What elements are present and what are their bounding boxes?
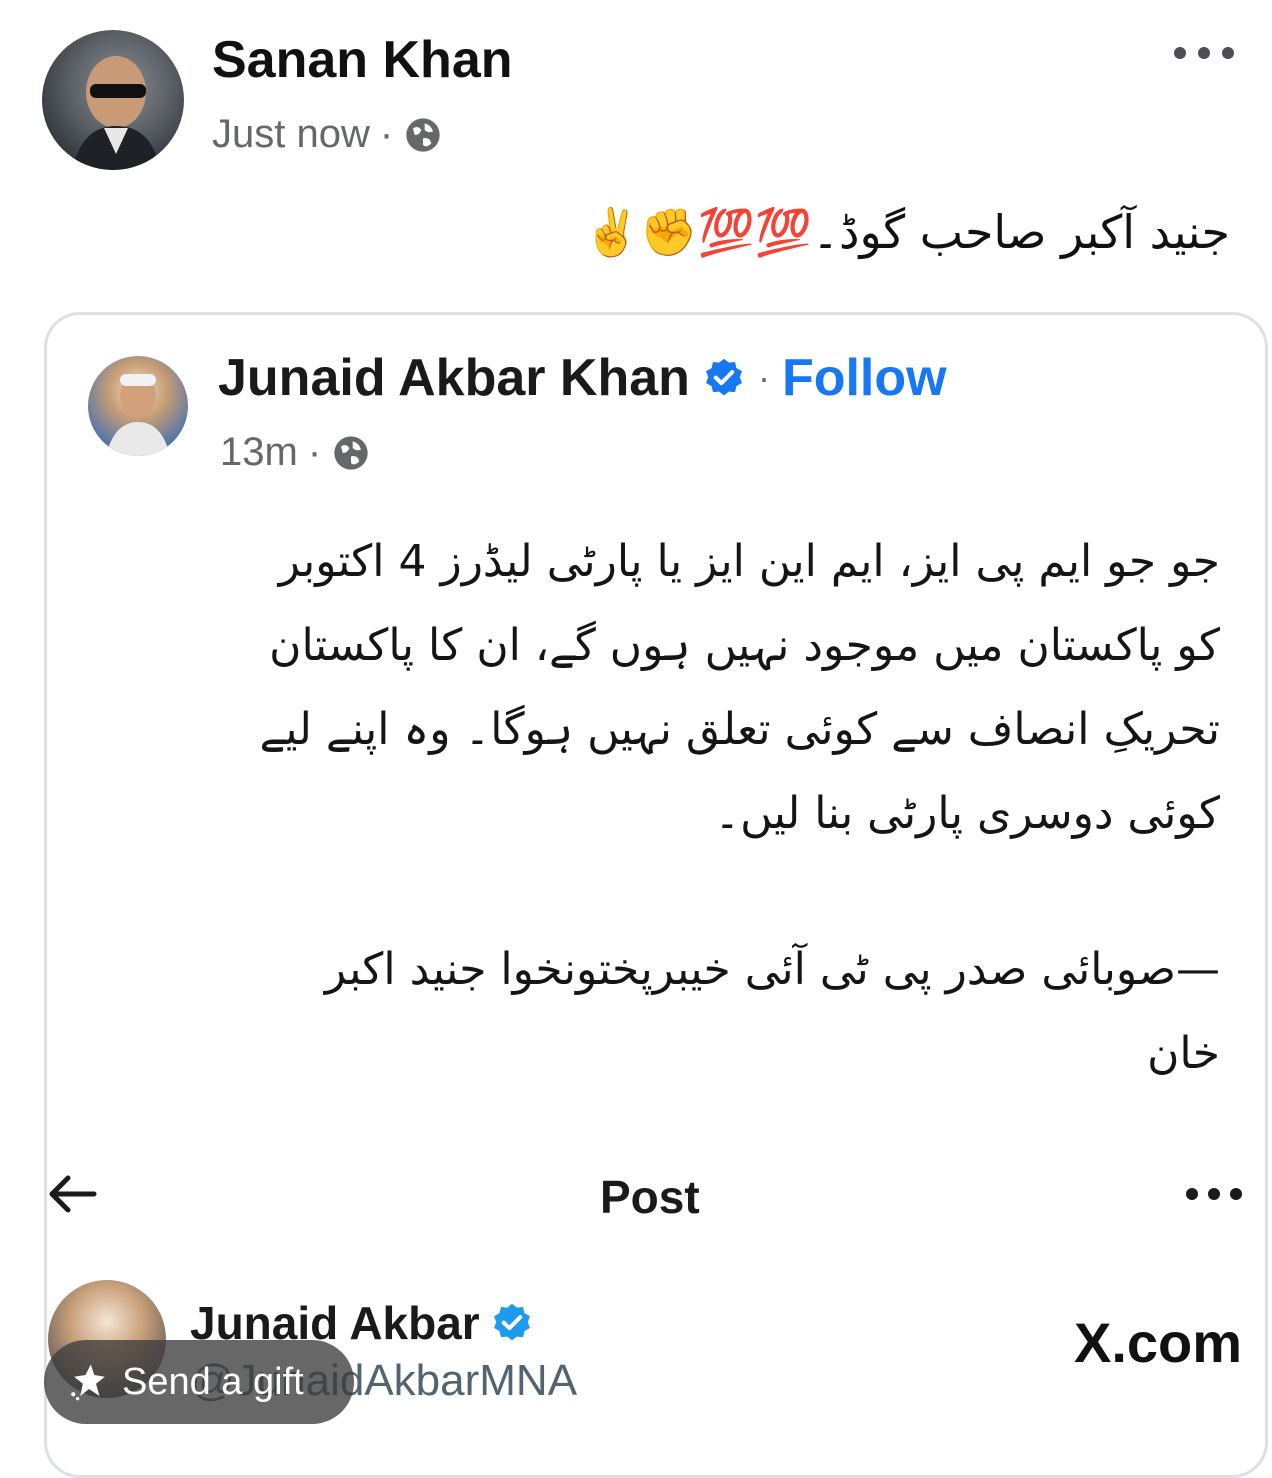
shared-author-row: Junaid Akbar Khan · Follow <box>218 348 947 408</box>
post-time[interactable]: Just now <box>212 112 370 157</box>
meta-separator: · <box>379 112 394 156</box>
body-line: جو جو ایم پی ایز، ایم این ایز یا پارٹی ل… <box>278 536 1220 587</box>
follow-separator: · <box>757 357 770 398</box>
shared-post-time[interactable]: 13m <box>220 430 298 475</box>
signature-line: —صوبائی صدر پی ٹی آئی خیبرپختونخوا جنید … <box>324 944 1220 995</box>
verified-badge-icon <box>493 1303 530 1341</box>
post-caption: جنید آکبر صاحب گوڈ۔💯💯✊✌️ <box>583 205 1230 260</box>
shared-post-body: جو جو ایم پی ایز، ایم این ایز یا پارٹی ل… <box>120 520 1220 1096</box>
body-line: کو پاکستان میں موجود نہیں ہوں گے، ان کا … <box>269 620 1220 671</box>
author-avatar[interactable] <box>42 30 184 170</box>
verified-badge-icon <box>705 358 742 396</box>
body-line: تحریکِ انصاف سے کوئی تعلق نہیں ہوگا۔ وہ … <box>259 704 1220 755</box>
signature-line: خان <box>1147 1028 1220 1079</box>
shared-author-avatar[interactable] <box>88 356 188 456</box>
meta-separator: · <box>307 430 322 474</box>
send-gift-button[interactable]: Send a gift <box>44 1340 354 1424</box>
shared-post-meta: 13m · <box>220 430 371 475</box>
body-line: کوئی دوسری پارٹی بنا لیں۔ <box>714 788 1220 839</box>
x-brand-label: X.com <box>1074 1311 1243 1374</box>
gift-sparkle-icon <box>71 1364 105 1401</box>
x-post-title: Post <box>600 1171 700 1223</box>
post-meta: Just now · <box>212 112 443 157</box>
globe-icon <box>406 117 440 152</box>
caption-emojis: 💯💯✊✌️ <box>582 205 813 259</box>
back-arrow-icon[interactable] <box>46 1172 98 1216</box>
caption-text: جنید آکبر صاحب گوڈ۔ <box>812 205 1230 259</box>
shared-author-name[interactable]: Junaid Akbar Khan <box>218 348 690 408</box>
follow-button[interactable]: Follow <box>782 348 947 408</box>
author-name[interactable]: Sanan Khan <box>212 30 513 90</box>
more-options-icon[interactable] <box>1168 38 1240 68</box>
x-more-icon[interactable] <box>1184 1184 1244 1204</box>
globe-icon <box>334 435 368 470</box>
send-gift-label: Send a gift <box>122 1360 304 1403</box>
